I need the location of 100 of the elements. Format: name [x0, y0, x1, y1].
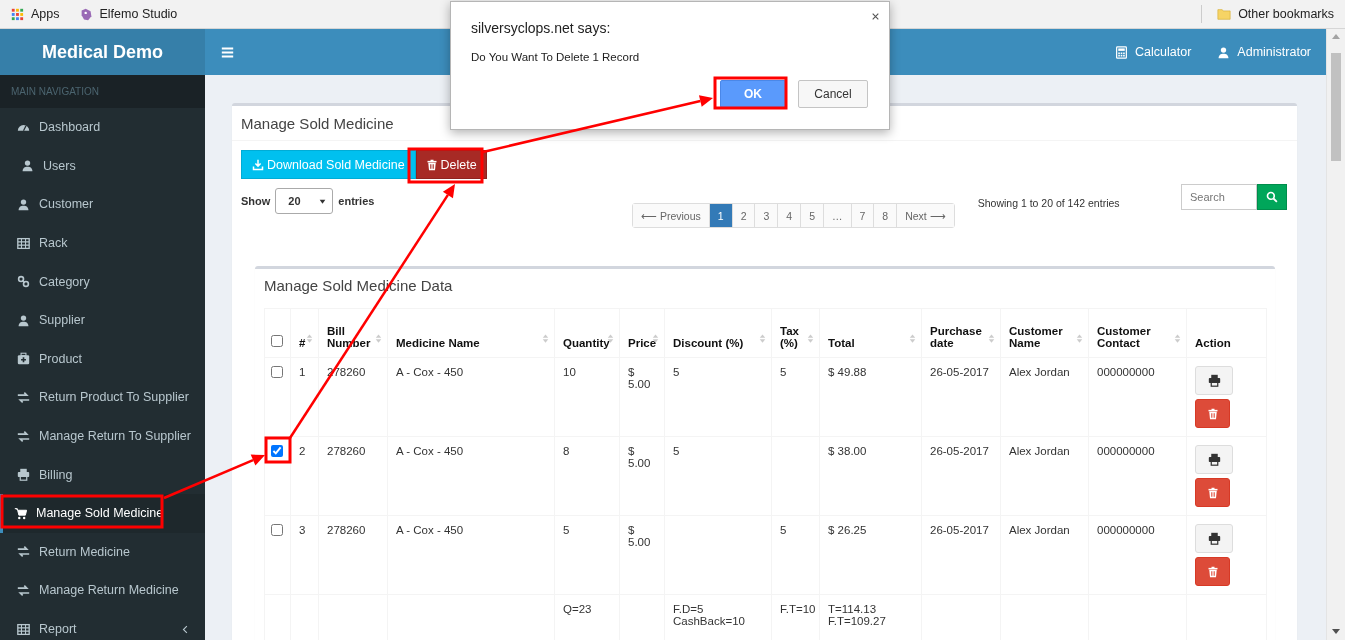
- select-all-checkbox[interactable]: [271, 335, 283, 347]
- column-header[interactable]: Purchase date: [921, 308, 1001, 358]
- grid-icon: [17, 622, 30, 636]
- link-icon: [17, 275, 30, 289]
- site-favicon-icon: [79, 7, 93, 21]
- table-cell: 5: [771, 357, 820, 437]
- page-link[interactable]: 8: [873, 204, 897, 227]
- search-button[interactable]: [1257, 184, 1287, 210]
- table-cell: Alex Jordan: [1000, 357, 1089, 437]
- sidebar-item[interactable]: Manage Return Medicine: [0, 571, 205, 610]
- sidebar-item[interactable]: Rack: [0, 223, 205, 263]
- medkit-icon: [17, 352, 30, 366]
- app-logo: Medical Demo: [0, 29, 205, 75]
- row-checkbox[interactable]: [271, 366, 283, 378]
- column-header[interactable]: Customer Contact: [1088, 308, 1187, 358]
- navbar-link[interactable]: Administrator: [1217, 45, 1311, 59]
- table-cell: 278260: [318, 515, 388, 595]
- page-link[interactable]: 2: [731, 204, 755, 227]
- entries-select[interactable]: 20: [275, 188, 334, 214]
- print-button[interactable]: [1195, 524, 1233, 553]
- close-button[interactable]: [871, 12, 880, 21]
- exchange-icon: [17, 545, 30, 559]
- exchange-icon: [17, 429, 30, 443]
- user-icon: [17, 313, 30, 327]
- search-icon: [1266, 191, 1278, 203]
- printer-icon: [17, 468, 30, 482]
- sidebar-item[interactable]: Return Product To Supplier: [0, 378, 205, 417]
- bookmark-link[interactable]: Apps: [8, 5, 63, 23]
- user-icon: [17, 198, 30, 211]
- navbar-link[interactable]: Calculator: [1115, 45, 1192, 59]
- column-header[interactable]: Discount (%): [664, 308, 772, 358]
- printer-icon: [1207, 374, 1221, 387]
- table-cell: 3: [290, 515, 319, 595]
- column-header[interactable]: Tax (%): [771, 308, 820, 358]
- table-cell: 5: [554, 515, 620, 595]
- table-cell: 5: [664, 436, 772, 516]
- table-cell: $ 49.88: [819, 357, 922, 437]
- sidebar-item[interactable]: Report: [0, 609, 205, 640]
- table-cell: 278260: [318, 436, 388, 516]
- delete-row-button[interactable]: [1195, 478, 1230, 507]
- search-field[interactable]: Search: [1181, 184, 1257, 210]
- exchange-icon: [17, 583, 30, 597]
- table-cell: A - Cox - 450: [387, 436, 555, 516]
- dialog-message: Do You Want To Delete 1 Record: [471, 51, 640, 63]
- table-cell: $ 5.00: [619, 357, 665, 437]
- sidebar-item[interactable]: Customer: [0, 185, 205, 224]
- scrollbar[interactable]: [1326, 29, 1345, 640]
- close-icon: [871, 12, 880, 21]
- download-icon: [252, 158, 264, 171]
- sidebar-item[interactable]: Dashboard: [0, 108, 205, 147]
- page-link[interactable]: 5: [800, 204, 823, 227]
- table-cell: 000000000: [1088, 515, 1187, 595]
- menu-icon: [221, 45, 234, 59]
- sidebar-item[interactable]: Manage Return To Supplier: [0, 416, 205, 456]
- page-link[interactable]: Next ⟶: [896, 204, 954, 227]
- table-cell: $ 38.00: [819, 436, 922, 516]
- trash-icon: [1206, 407, 1219, 420]
- column-header[interactable]: Medicine Name: [387, 308, 555, 358]
- table-cell: $ 26.25: [819, 515, 922, 595]
- row-checkbox[interactable]: [271, 524, 283, 536]
- column-header[interactable]: Total: [819, 308, 922, 358]
- print-button[interactable]: [1195, 366, 1233, 395]
- sidebar-item[interactable]: Supplier: [0, 300, 205, 340]
- page-link[interactable]: 7: [850, 204, 874, 227]
- bookmark-link[interactable]: Elfemo Studio: [76, 5, 181, 23]
- dialog-title: silversyclops.net says:: [471, 20, 611, 36]
- sidebar-item[interactable]: Category: [0, 262, 205, 301]
- table-cell: A - Cox - 450: [387, 357, 555, 437]
- row-checkbox[interactable]: [271, 445, 283, 457]
- table-cell: 5: [771, 515, 820, 595]
- page-link[interactable]: …: [823, 204, 851, 227]
- exchange-icon: [17, 390, 30, 404]
- bookmark-link[interactable]: Other bookmarks: [1214, 5, 1337, 23]
- highlight-frame: [264, 436, 292, 464]
- column-header[interactable]: Price: [619, 308, 665, 358]
- table-cell: 26-05-2017: [921, 515, 1001, 595]
- page-link[interactable]: 1: [708, 204, 732, 227]
- delete-row-button[interactable]: [1195, 557, 1230, 586]
- cancel-button[interactable]: Cancel: [798, 80, 868, 108]
- sidebar-item[interactable]: Billing: [0, 455, 205, 494]
- column-header[interactable]: Customer Name: [1000, 308, 1089, 358]
- table-cell: $ 5.00: [619, 436, 665, 516]
- page-link[interactable]: 4: [777, 204, 801, 227]
- sidebar-item[interactable]: Users: [0, 146, 205, 186]
- apps-grid-icon: [11, 7, 24, 21]
- trash-icon: [1206, 565, 1219, 578]
- table-cell: Alex Jordan: [1000, 436, 1089, 516]
- table-cell: 1: [290, 357, 319, 437]
- page-link[interactable]: 3: [754, 204, 778, 227]
- column-header[interactable]: #: [290, 308, 319, 358]
- entries-info: Showing 1 to 20 of 142 entries: [977, 197, 1120, 209]
- sidebar-item[interactable]: Return Medicine: [0, 532, 205, 572]
- page-link[interactable]: ⟵ Previous: [633, 204, 709, 227]
- table-cell: 5: [664, 357, 772, 437]
- sidebar-item[interactable]: Product: [0, 339, 205, 379]
- table-cell: A - Cox - 450: [387, 515, 555, 595]
- delete-row-button[interactable]: [1195, 399, 1230, 428]
- column-header[interactable]: Quantity: [554, 308, 620, 358]
- print-button[interactable]: [1195, 445, 1233, 474]
- entries-label: entries: [338, 195, 375, 207]
